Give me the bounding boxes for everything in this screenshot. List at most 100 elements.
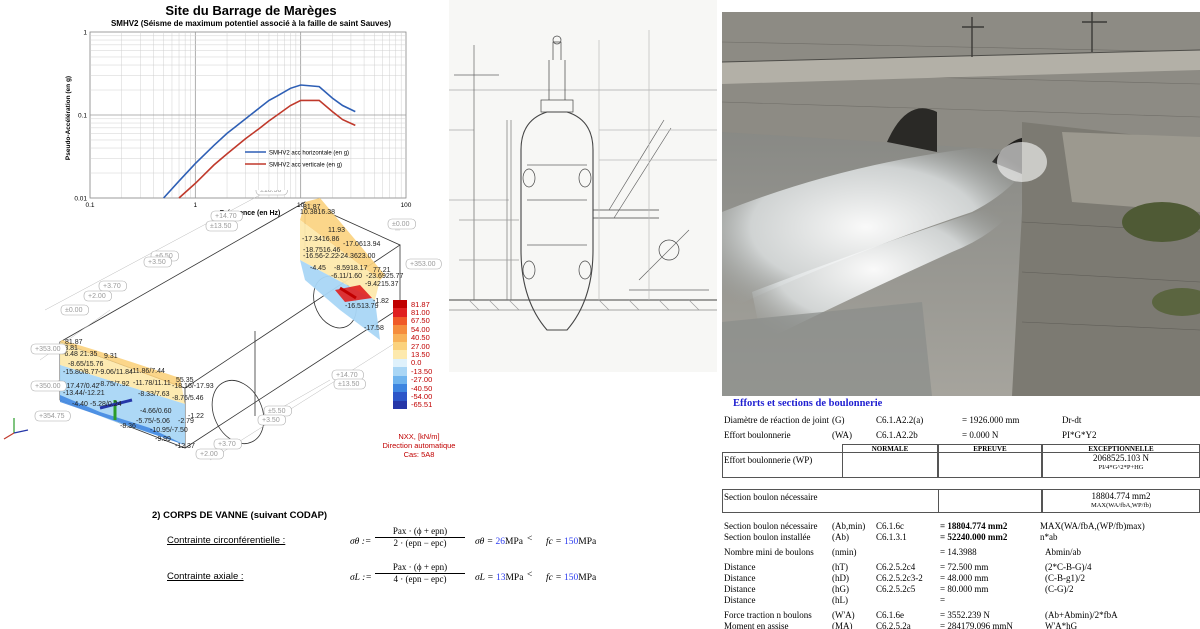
- fe-value-label: -9.06/11.84: [98, 369, 133, 376]
- calc-row: Distance (hT) C6.2.5.2c4 = 72.500 mm (2*C-B-…: [722, 562, 1200, 573]
- fe-value-label: -6.48 21.35: [62, 351, 98, 358]
- level-marker-label: ±18.50: [260, 190, 281, 194]
- legend-swatch: [393, 400, 407, 410]
- calc-label: Nombre mini de boulons: [724, 547, 814, 557]
- calc-reference: C6.1.A2.2(a): [876, 415, 924, 425]
- calc-symbol: (hD): [832, 573, 849, 583]
- formula-fraction-axial: Pax · (ϕ + epn) 4 · (epn − epc): [375, 562, 465, 584]
- fe-value-label: -4.40: [72, 401, 88, 408]
- level-marker-label: ±0.00: [392, 221, 410, 228]
- calc-row: Distance (hD) C6.2.5.2c3-2 = 48.000 mm (C-B-…: [722, 573, 1200, 584]
- calc-symbol: (Ab,min): [832, 521, 866, 531]
- fe-value-label: 9.31: [104, 353, 118, 360]
- level-marker-label: +3.70: [103, 283, 121, 290]
- fe-value-label: -8.75/7.92: [98, 381, 130, 388]
- level-marker: ±18.50: [255, 190, 288, 196]
- fe-value-label: -8.36: [120, 423, 136, 430]
- limit-var: fc =: [546, 537, 562, 547]
- calc-value: = 52240.000 mm2: [940, 532, 1008, 542]
- level-marker-label: +353.00: [410, 261, 436, 268]
- level-marker: ±13.50: [205, 220, 238, 232]
- fe-value-label: -16.513.79: [345, 303, 379, 310]
- fe-value-label: -17.47/0.42: [64, 383, 100, 390]
- level-marker: +350.00: [30, 380, 67, 392]
- fe-value-label: -6.11/1.60: [331, 273, 362, 280]
- calc-row: Moment en assise (MA) C6.2.5.2a = 284179.09…: [722, 621, 1200, 629]
- table-row-value: 2068525.103 N: [1093, 453, 1149, 463]
- calc-value: = 1926.000 mm: [962, 415, 1020, 425]
- level-marker: +3.70: [98, 280, 127, 292]
- calc-row: Force traction n boulons (W'A) C6.1.6e = 35…: [722, 610, 1200, 621]
- table-header-epreuve: EPREUVE: [973, 445, 1007, 453]
- result-value: 26: [495, 537, 506, 547]
- calc-value: = 18804.774 mm2: [940, 521, 1008, 531]
- calc-label: Moment en assise: [724, 621, 789, 629]
- calc-row: Nombre mini de boulons (nmin) = 14.3988 Abm…: [722, 547, 1200, 558]
- calc-label: Section boulon installée: [724, 532, 811, 542]
- calc-formula: Abmin/ab: [1045, 547, 1081, 557]
- fe-value-label: -4.45: [310, 265, 326, 272]
- formula-var-axial: σL :=: [350, 573, 372, 583]
- fe-value-label: -17.0613.94: [343, 241, 380, 248]
- calc-symbol: (Ab): [832, 532, 849, 542]
- level-marker-label: +350.00: [35, 383, 61, 390]
- formula-result-circumferential: σθ = 26MPa: [475, 537, 523, 547]
- level-marker: +354.75: [34, 410, 71, 422]
- calc-formula: Dr-dt: [1062, 415, 1082, 425]
- table-row-formula: MAX(WA/fbA,WP/fb): [1090, 502, 1152, 509]
- level-marker: ±5.50: [263, 405, 292, 417]
- level-marker: +3.50: [143, 256, 172, 268]
- result-var: σθ =: [475, 537, 494, 547]
- level-marker: +353.00: [30, 343, 67, 355]
- calc-symbol: (nmin): [832, 547, 857, 557]
- level-marker-label: +3.50: [148, 259, 166, 266]
- calc-value: = 3552.239 N: [940, 610, 990, 620]
- formula-compare: <: [527, 570, 533, 580]
- limit-value: 150: [564, 573, 579, 583]
- table-row-label: Effort boulonnerie (WP): [724, 455, 813, 465]
- fe-value-label: 10.3816.38: [300, 209, 335, 216]
- fe-value-label: -8.76/5.46: [172, 395, 204, 402]
- legend-caption-line: Direction automatique: [382, 441, 456, 450]
- calc-symbol: (hL): [832, 595, 848, 605]
- calc-value: = 284179.096 mmN: [940, 621, 1013, 629]
- legend-value: -65.51: [411, 400, 433, 410]
- legend-swatch: [393, 316, 407, 326]
- legend-swatch: [393, 300, 407, 309]
- calc-symbol: (hT): [832, 562, 848, 572]
- calc-reference: C6.1.A2.2b: [876, 430, 918, 440]
- formula-label-circumferential: Contrainte circonférentielle :: [167, 535, 286, 546]
- fe-value-label: -4.66/0.60: [140, 408, 172, 415]
- legend-entry-horizontal: SMHV2 acc horizontale (en g): [269, 151, 349, 157]
- level-marker-label: +353.00: [35, 346, 61, 353]
- table-header-normale: NORMALE: [871, 445, 909, 453]
- calc-value: = 80.000 mm: [940, 584, 989, 594]
- fe-value-label: -11.78/11.11: [133, 380, 171, 387]
- level-marker-label: +354.75: [39, 413, 65, 420]
- calc-label: Distance: [724, 595, 756, 605]
- level-marker: +353.00: [405, 258, 442, 270]
- legend-swatch: [393, 383, 407, 393]
- calc-row: Diamètre de réaction de joint (G) C6.1.A…: [722, 415, 1200, 426]
- legend-swatch: [393, 341, 407, 351]
- legend-caption-line: NXX, [kN/m]: [398, 432, 440, 441]
- calc-symbol: (MA): [832, 621, 853, 629]
- formula-limit-circumferential: fc = 150MPa: [546, 537, 596, 547]
- fe-value-label: -11.86/7.44: [130, 368, 165, 375]
- level-marker-label: +2.00: [88, 293, 106, 300]
- limit-value: 150: [564, 537, 579, 547]
- fe-value-label: -10.95/-7.50: [150, 427, 188, 434]
- calc-reference: C6.2.5.2c4: [876, 562, 916, 572]
- limit-unit: MPa: [578, 573, 597, 583]
- legend-swatch: [393, 375, 407, 384]
- legend-swatch: [393, 358, 407, 368]
- level-marker-label: +14.70: [215, 213, 237, 220]
- level-marker: +14.70: [331, 369, 364, 381]
- load-case-table: NORMALE EPREUVE EXCEPTIONNELLE Effort bo…: [722, 442, 1200, 519]
- table-header-exceptionnelle: EXCEPTIONNELLE: [1088, 445, 1154, 453]
- legend-swatch: [393, 325, 407, 334]
- fe-value-label: -5.75/-5.06: [136, 418, 170, 425]
- formula-limit-axial: fc = 150MPa: [546, 573, 596, 583]
- y-tick-label: 0.1: [78, 113, 87, 120]
- legend-caption: NXX, [kN/m] Direction automatique Cas: 5…: [364, 432, 474, 459]
